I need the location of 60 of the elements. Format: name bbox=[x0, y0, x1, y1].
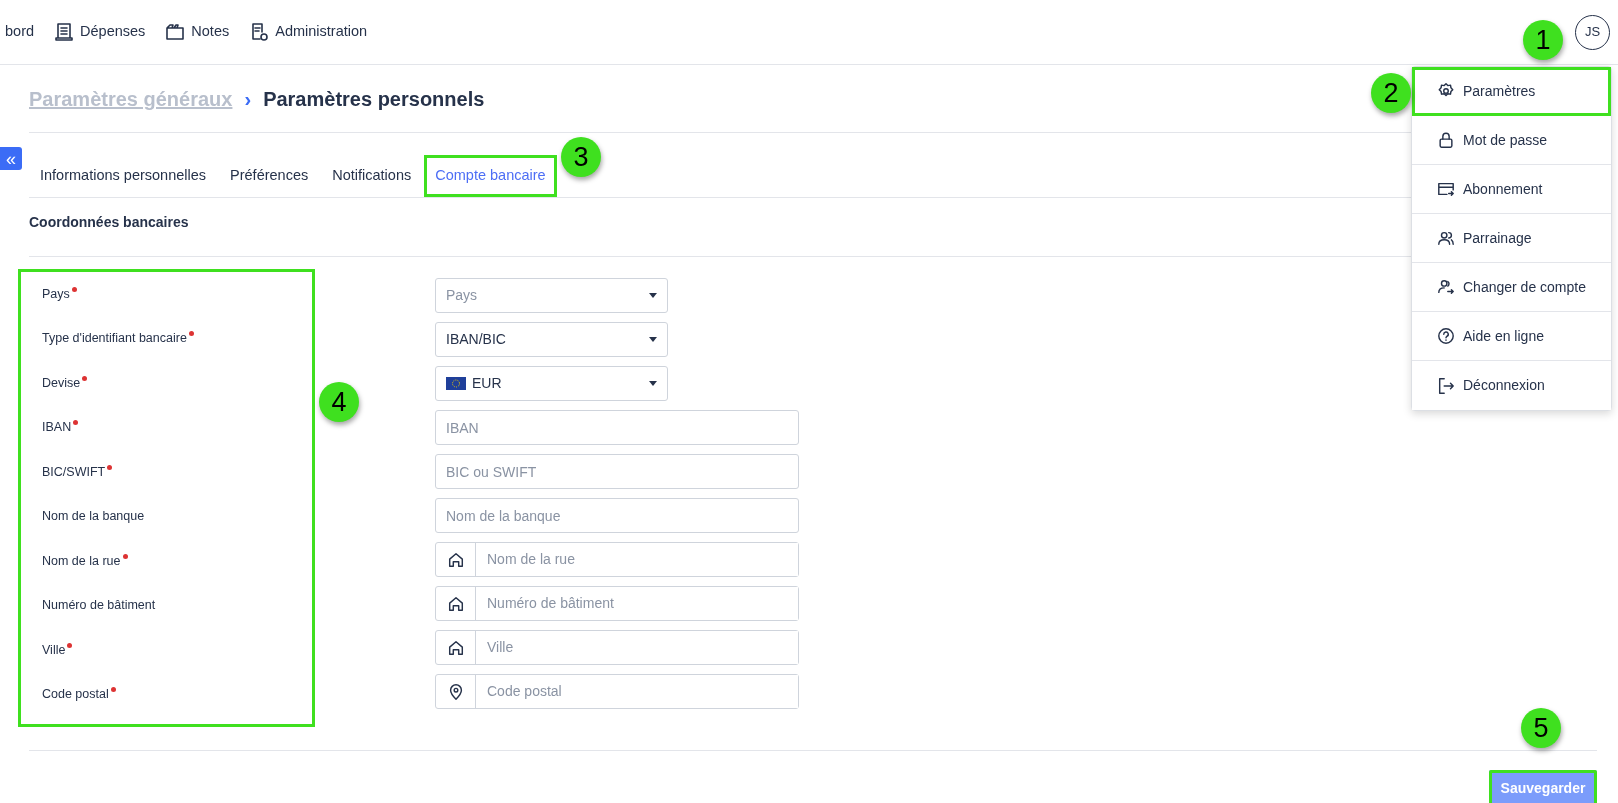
logout-icon bbox=[1437, 376, 1455, 395]
field-label: IBAN bbox=[42, 418, 79, 438]
field-label: Pays bbox=[42, 284, 77, 304]
help-icon bbox=[1437, 327, 1455, 345]
card-arrow-icon bbox=[1437, 180, 1455, 198]
menu-item[interactable]: Mot de passe bbox=[1412, 116, 1611, 165]
house-icon bbox=[446, 638, 465, 657]
house-icon bbox=[446, 594, 465, 613]
section-title: Coordonnées bancaires bbox=[29, 214, 189, 230]
input-field[interactable]: IBAN bbox=[435, 410, 799, 445]
input-field[interactable]: Code postal bbox=[435, 674, 799, 709]
nav-link[interactable]: bord bbox=[5, 21, 35, 43]
caret-icon bbox=[649, 381, 657, 386]
field-label: BIC/SWIFT bbox=[42, 462, 113, 482]
menu-item[interactable]: Parrainage bbox=[1412, 214, 1611, 263]
field-label: Type d'identifiant bancaire bbox=[42, 329, 194, 349]
flag-icon bbox=[446, 377, 466, 390]
menu-item[interactable]: Déconnexion bbox=[1412, 361, 1611, 410]
input-field[interactable]: BIC ou SWIFT bbox=[435, 454, 799, 489]
receipt-icon bbox=[54, 22, 75, 42]
step-number-badge: 2 bbox=[1371, 73, 1411, 113]
caret-icon bbox=[649, 293, 657, 298]
nav-link[interactable]: Administration bbox=[249, 21, 368, 43]
field-label: Code postal bbox=[42, 685, 116, 705]
step-number-badge: 1 bbox=[1523, 20, 1563, 60]
tab[interactable]: Informations personnelles bbox=[29, 155, 218, 197]
input-field[interactable]: Numéro de bâtiment bbox=[435, 586, 799, 621]
select-field[interactable]: IBAN/BIC bbox=[435, 322, 668, 357]
input-field[interactable]: Nom de la rue bbox=[435, 542, 799, 577]
tab[interactable]: Compte bancaire bbox=[424, 155, 557, 197]
lock-icon bbox=[1437, 131, 1455, 149]
step-number-badge: 4 bbox=[319, 382, 359, 422]
tab[interactable]: Préférences bbox=[219, 155, 320, 197]
field-label: Nom de la rue bbox=[42, 551, 128, 571]
step-number-badge: 5 bbox=[1521, 708, 1561, 748]
menu-item[interactable]: Paramètres bbox=[1412, 67, 1611, 116]
menu-item[interactable]: Abonnement bbox=[1412, 165, 1611, 214]
field-label: Ville bbox=[42, 640, 73, 660]
page-title: Paramètres personnels bbox=[263, 86, 485, 112]
step-number-badge: 3 bbox=[561, 137, 601, 177]
people-icon bbox=[1437, 229, 1455, 247]
document-gear-icon bbox=[249, 22, 270, 42]
input-field[interactable]: Nom de la banque bbox=[435, 498, 799, 533]
field-label: Devise bbox=[42, 373, 88, 393]
sidebar-collapse-button[interactable]: « bbox=[0, 147, 22, 170]
nav-link[interactable]: Dépenses bbox=[54, 21, 146, 43]
menu-item[interactable]: Changer de compte bbox=[1412, 263, 1611, 312]
nav-link[interactable]: Notes bbox=[165, 21, 230, 43]
user-avatar[interactable]: JS bbox=[1575, 14, 1610, 50]
input-field[interactable]: Ville bbox=[435, 630, 799, 665]
field-label: Numéro de bâtiment bbox=[42, 597, 156, 615]
breadcrumb-separator: › bbox=[244, 86, 252, 112]
tab[interactable]: Notifications bbox=[321, 155, 423, 197]
menu-item[interactable]: Aide en ligne bbox=[1412, 312, 1611, 361]
folder-icon bbox=[165, 22, 186, 42]
house-icon bbox=[446, 550, 465, 569]
field-label: Nom de la banque bbox=[42, 508, 145, 526]
select-field[interactable]: EUR bbox=[435, 366, 668, 401]
caret-icon bbox=[649, 337, 657, 342]
people-arrow-icon bbox=[1437, 278, 1455, 296]
